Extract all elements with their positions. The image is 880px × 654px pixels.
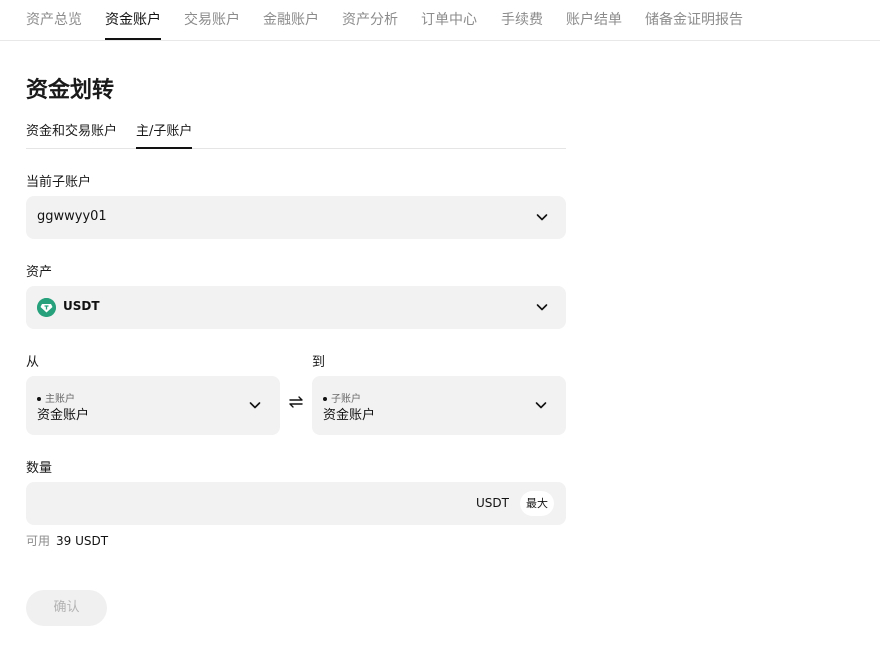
- available-label: 可用: [26, 534, 51, 548]
- page-title: 资金划转: [26, 78, 115, 103]
- nav-item-trading-account[interactable]: 交易账户: [184, 9, 240, 40]
- nav-item-funding-account[interactable]: 资金账户: [105, 9, 161, 40]
- tab-main-sub-account[interactable]: 主/子账户: [136, 120, 193, 149]
- subaccount-label: 当前子账户: [26, 175, 92, 190]
- to-account-select[interactable]: 子账户 资金账户: [312, 376, 566, 435]
- subaccount-value: ggwwyy01: [37, 209, 107, 224]
- swap-icon[interactable]: [287, 393, 305, 411]
- available-value: 39 USDT: [56, 534, 109, 548]
- from-account-type: 主账户: [37, 390, 75, 405]
- asset-select[interactable]: USDT: [26, 286, 566, 329]
- chevron-down-icon: [535, 402, 547, 409]
- nav-item-fees[interactable]: 手续费: [501, 9, 543, 40]
- from-account-select[interactable]: 主账户 资金账户: [26, 376, 280, 435]
- asset-value: USDT: [63, 299, 100, 313]
- top-nav: 资产总览 资金账户 交易账户 金融账户 资产分析 订单中心 手续费 账户结单 储…: [0, 0, 880, 41]
- amount-unit: USDT: [476, 496, 509, 510]
- amount-label: 数量: [26, 461, 53, 476]
- nav-item-asset-analysis[interactable]: 资产分析: [342, 9, 398, 40]
- bullet-icon: [323, 397, 327, 401]
- available-balance: 可用 39 USDT: [26, 532, 108, 549]
- tab-funding-trading[interactable]: 资金和交易账户: [26, 120, 117, 149]
- asset-label: 资产: [26, 265, 53, 280]
- to-account-type: 子账户: [323, 390, 361, 405]
- amount-field: USDT 最大: [26, 482, 566, 525]
- chevron-down-icon: [536, 304, 548, 311]
- tether-icon: [37, 298, 56, 317]
- bullet-icon: [37, 397, 41, 401]
- amount-input[interactable]: [37, 482, 457, 525]
- from-label: 从: [26, 355, 40, 370]
- nav-item-order-center[interactable]: 订单中心: [421, 9, 477, 40]
- to-account-value: 资金账户: [323, 408, 376, 423]
- max-button[interactable]: 最大: [520, 491, 554, 516]
- chevron-down-icon: [536, 214, 548, 221]
- to-label: 到: [312, 355, 326, 370]
- confirm-button[interactable]: 确认: [26, 590, 107, 626]
- chevron-down-icon: [249, 402, 261, 409]
- subaccount-select[interactable]: ggwwyy01: [26, 196, 566, 239]
- nav-item-asset-overview[interactable]: 资产总览: [26, 9, 82, 40]
- transfer-tabs: 资金和交易账户 主/子账户: [26, 120, 566, 149]
- from-account-value: 资金账户: [37, 408, 90, 423]
- nav-item-statements[interactable]: 账户结单: [566, 9, 622, 40]
- nav-item-finance-account[interactable]: 金融账户: [263, 9, 319, 40]
- nav-item-proof-of-reserves[interactable]: 储备金证明报告: [645, 9, 743, 40]
